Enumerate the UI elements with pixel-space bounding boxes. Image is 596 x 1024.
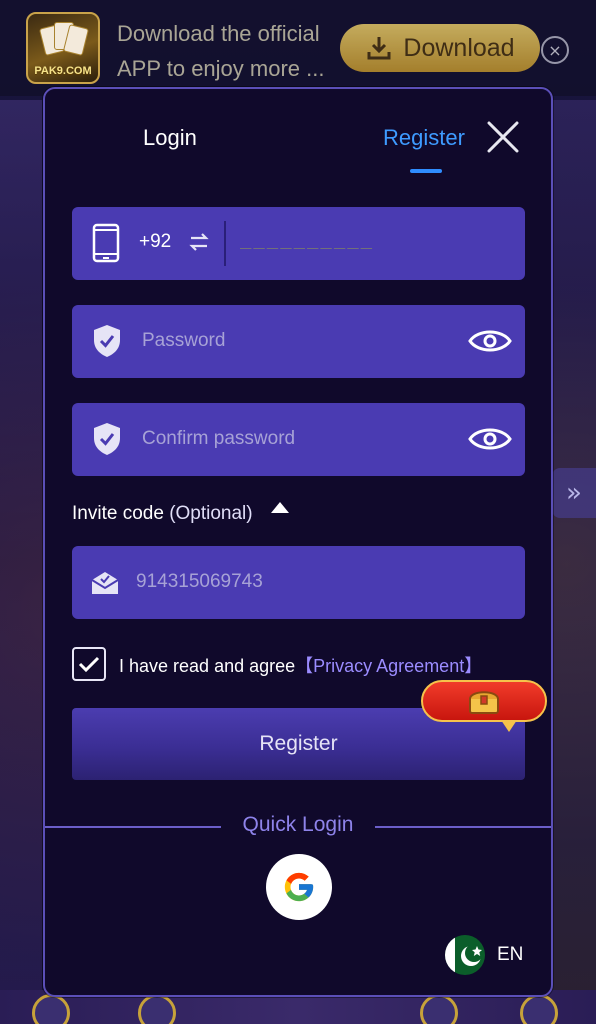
- download-button[interactable]: Download: [340, 24, 540, 72]
- active-tab-indicator: [410, 169, 442, 173]
- banner-close-button[interactable]: ×: [541, 36, 569, 64]
- agreement-text: I have read and agree【Privacy Agreement】: [119, 652, 482, 678]
- invite-code-value: 914315069743: [136, 571, 263, 592]
- invite-code-field[interactable]: 914315069743: [72, 546, 525, 619]
- banner-line-1: Download the official: [117, 21, 320, 46]
- agreement-label: I have read and agree: [119, 656, 296, 676]
- invite-label-text: Invite code: [72, 503, 164, 524]
- tab-register[interactable]: Register: [383, 125, 465, 151]
- side-expand-arrow-icon: »: [552, 468, 596, 518]
- privacy-agreement-link[interactable]: 【Privacy Agreement】: [295, 656, 482, 676]
- confirm-password-placeholder: Confirm password: [142, 428, 296, 449]
- invite-optional-text: (Optional): [169, 503, 253, 524]
- agreement-checkbox[interactable]: [72, 647, 106, 681]
- google-icon: [284, 872, 314, 902]
- download-banner: PAK9.COM Download the official APP to en…: [0, 0, 596, 96]
- app-logo-text: PAK9.COM: [34, 65, 92, 77]
- eye-icon[interactable]: [468, 325, 512, 357]
- pakistan-flag-icon: [445, 935, 485, 975]
- checkmark-icon: [78, 656, 100, 673]
- register-modal: Login Register +92 Password: [43, 87, 553, 997]
- tab-login[interactable]: Login: [143, 125, 197, 151]
- phone-icon: [92, 223, 120, 263]
- invite-code-label: Invite code (Optional): [72, 503, 253, 525]
- phone-number-input[interactable]: [240, 227, 430, 257]
- banner-message: Download the official APP to enjoy more …: [117, 16, 342, 86]
- language-selector[interactable]: EN: [445, 935, 523, 975]
- download-icon: [367, 37, 391, 60]
- close-icon[interactable]: [485, 119, 521, 155]
- phone-field[interactable]: +92: [72, 207, 525, 280]
- mail-icon: [91, 572, 119, 594]
- shield-check-icon: [94, 325, 120, 357]
- gift-bubble[interactable]: [421, 680, 547, 732]
- download-button-label: Download: [403, 33, 515, 62]
- country-code[interactable]: +92: [139, 231, 171, 253]
- caret-up-icon[interactable]: [271, 502, 289, 513]
- swap-icon[interactable]: [188, 231, 210, 253]
- gift-chest-icon: [469, 691, 499, 714]
- app-logo[interactable]: PAK9.COM: [26, 12, 100, 84]
- background-right-panel: [550, 100, 596, 1024]
- language-code: EN: [497, 944, 524, 965]
- confirm-password-field[interactable]: Confirm password: [72, 403, 525, 476]
- eye-icon[interactable]: [468, 423, 512, 455]
- background-left-panel: [0, 100, 42, 1024]
- field-divider: [224, 221, 226, 266]
- google-login-button[interactable]: [266, 854, 332, 920]
- quick-login-title: Quick Login: [242, 813, 354, 836]
- banner-line-2: APP to enjoy more ...: [117, 56, 325, 81]
- password-field[interactable]: Password: [72, 305, 525, 378]
- shield-check-icon: [94, 423, 120, 455]
- password-placeholder: Password: [142, 330, 226, 351]
